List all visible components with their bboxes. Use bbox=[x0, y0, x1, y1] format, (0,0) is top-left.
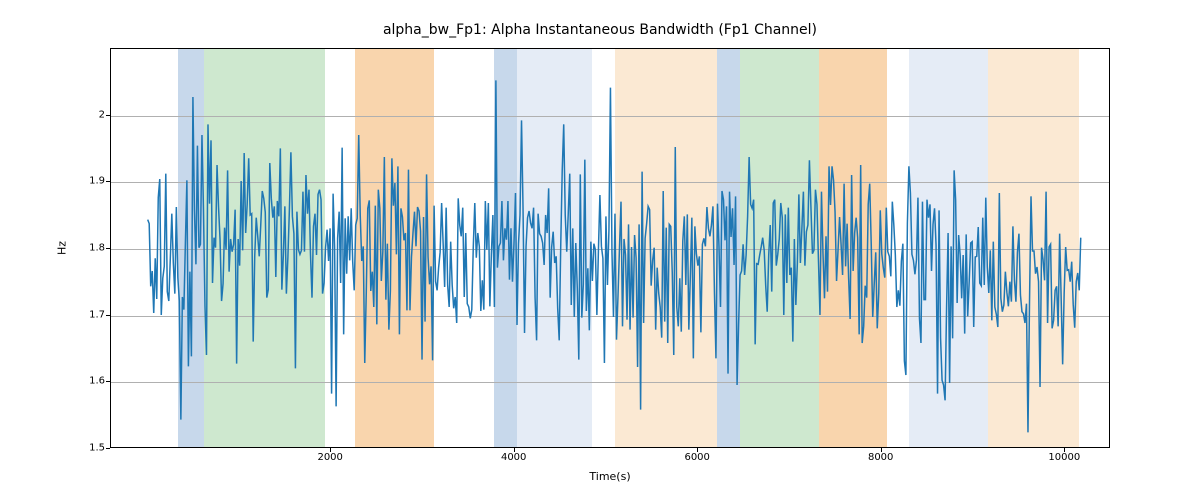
x-tick-label: 6000 bbox=[684, 452, 709, 463]
x-tick-mark bbox=[697, 448, 698, 452]
y-tick-label: 1.5 bbox=[55, 443, 105, 454]
chart-title: alpha_bw_Fp1: Alpha Instantaneous Bandwi… bbox=[0, 22, 1200, 38]
x-tick-mark bbox=[1064, 448, 1065, 452]
x-tick-mark bbox=[514, 448, 515, 452]
x-tick-label: 4000 bbox=[501, 452, 526, 463]
x-tick-mark bbox=[330, 448, 331, 452]
figure: alpha_bw_Fp1: Alpha Instantaneous Bandwi… bbox=[0, 0, 1200, 500]
y-tick-label: 1.7 bbox=[55, 309, 105, 320]
x-tick-mark bbox=[881, 448, 882, 452]
series-line bbox=[148, 80, 1081, 432]
x-tick-label: 8000 bbox=[868, 452, 893, 463]
y-tick-label: 1.9 bbox=[55, 176, 105, 187]
plot-area bbox=[110, 48, 1110, 448]
y-tick-label: 2 bbox=[55, 109, 105, 120]
x-tick-label: 10000 bbox=[1048, 452, 1080, 463]
x-tick-label: 2000 bbox=[317, 452, 342, 463]
line-series bbox=[111, 49, 1110, 448]
y-tick-label: 1.6 bbox=[55, 376, 105, 387]
x-axis-label: Time(s) bbox=[589, 470, 630, 483]
y-tick-label: 1.8 bbox=[55, 243, 105, 254]
y-tick-mark bbox=[106, 448, 110, 449]
